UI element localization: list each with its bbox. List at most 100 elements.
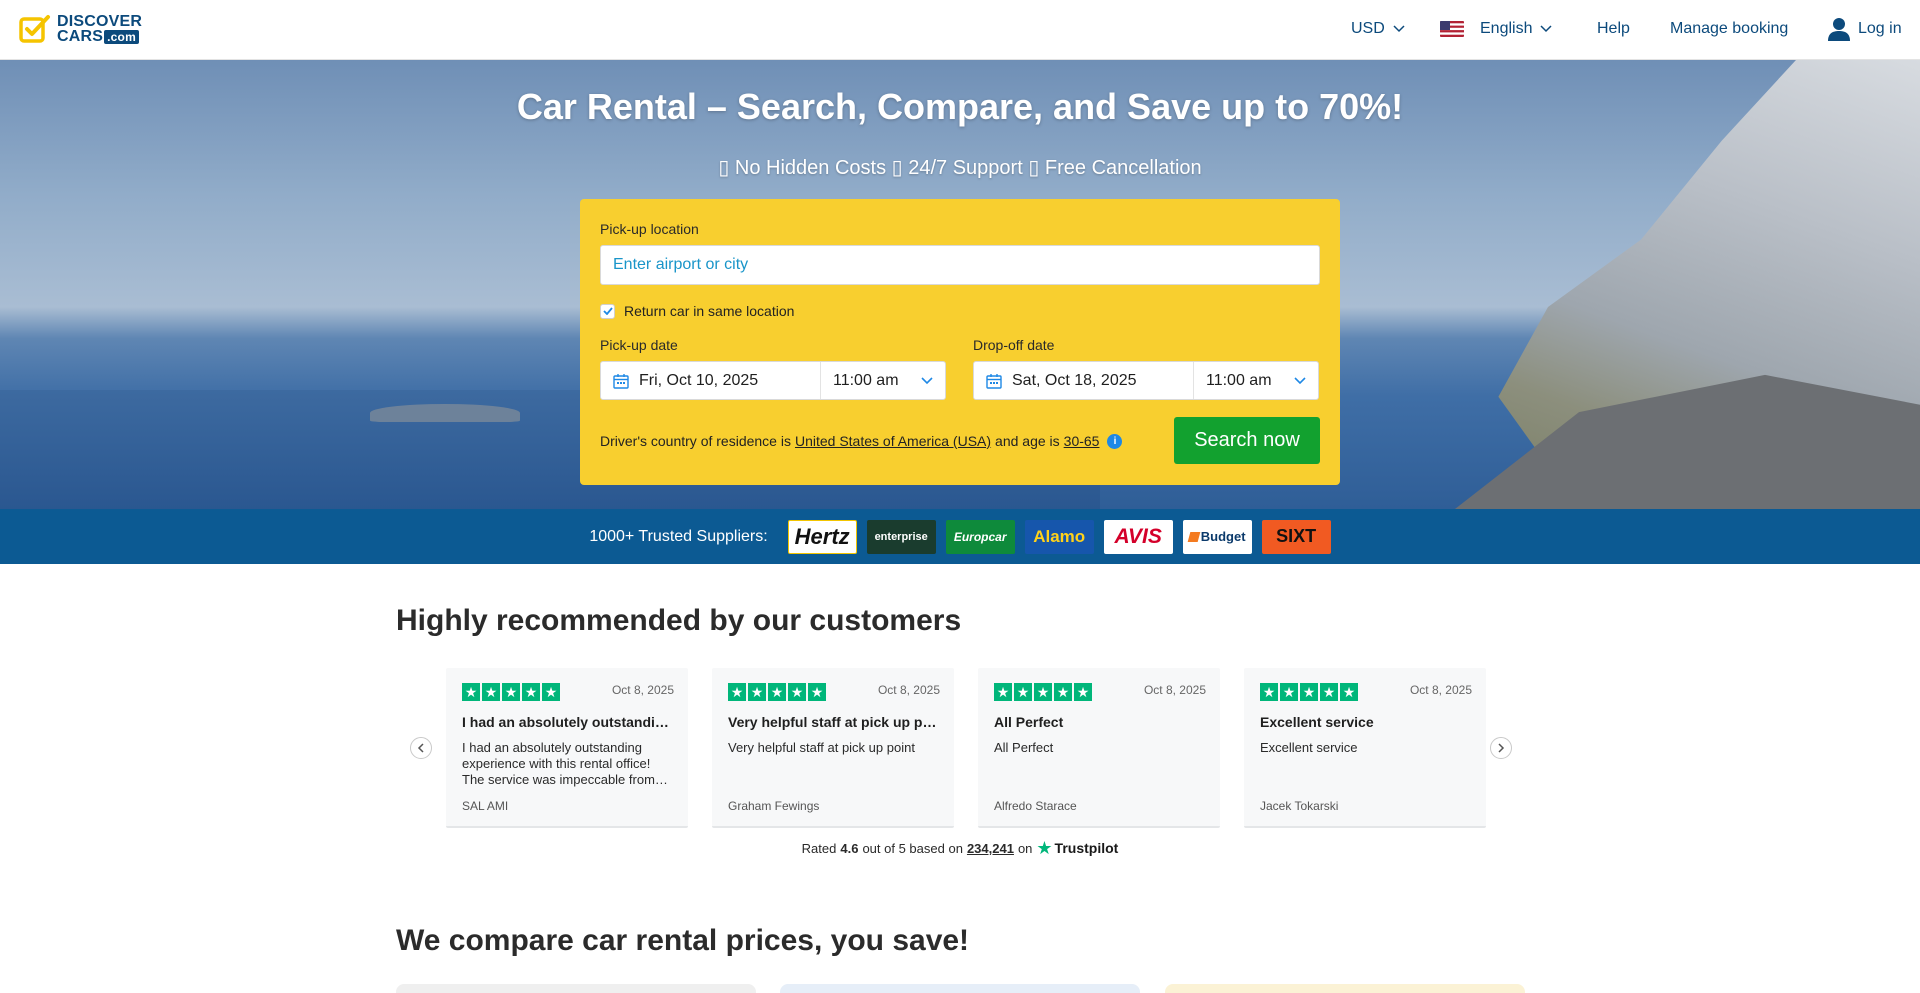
language-selector[interactable]: English	[1440, 20, 1553, 38]
logo-line1: DISCOVER	[57, 13, 143, 30]
dropoff-date-label: Drop-off date	[973, 337, 1055, 353]
review-author: Alfredo Starace	[994, 799, 1077, 813]
star-icon: ★	[1034, 683, 1052, 701]
review-date: Oct 8, 2025	[877, 683, 940, 697]
logo-line2: CARS	[57, 28, 104, 45]
trustpilot-label: Trustpilot	[1054, 840, 1119, 856]
calendar-icon	[986, 373, 1002, 389]
search-now-button[interactable]: Search now	[1174, 417, 1320, 464]
review-body: I had an absolutely outstanding experien…	[462, 740, 668, 787]
europcar-logo: Europcar	[945, 519, 1015, 554]
alamo-logo: Alamo	[1024, 519, 1094, 554]
pickup-date-label: Pick-up date	[600, 337, 678, 353]
calendar-icon	[613, 373, 629, 389]
review-card[interactable]: ★ ★ ★ ★ ★ Oct 8, 2025 Excellent service Exce…	[1244, 668, 1486, 828]
reviews-prev-button[interactable]	[410, 737, 432, 759]
review-date: Oct 8, 2025	[1143, 683, 1206, 697]
avis-logo: AVIS	[1103, 519, 1173, 554]
star-icon: ★	[768, 683, 786, 701]
chevron-down-icon	[1294, 376, 1306, 384]
five-star-rating: ★ ★ ★ ★ ★	[462, 683, 560, 701]
age-range-link[interactable]: 30-65	[1064, 433, 1100, 449]
dropoff-date-input[interactable]: Sat, Oct 18, 2025	[974, 362, 1194, 399]
review-card[interactable]: ★ ★ ★ ★ ★ Oct 8, 2025 All Perfect All Perfec…	[978, 668, 1220, 828]
chevron-left-icon	[417, 743, 424, 753]
reviews-next-button[interactable]	[1490, 737, 1512, 759]
star-icon: ★	[1074, 683, 1092, 701]
review-card[interactable]: ★ ★ ★ ★ ★ Oct 8, 2025 Very helpful staff at …	[712, 668, 954, 828]
checkbox-checked-icon	[600, 303, 615, 319]
site-header: DISCOVER CARS .com USD English Help Manag…	[0, 0, 1920, 60]
feature-tile	[780, 984, 1140, 993]
feature-tile	[1165, 984, 1525, 993]
info-icon[interactable]: i	[1107, 433, 1123, 449]
star-icon: ★	[1280, 683, 1298, 701]
pickup-date-field: Fri, Oct 10, 2025 11:00 am	[600, 361, 946, 400]
dropoff-date-value: Sat, Oct 18, 2025	[1012, 371, 1137, 389]
dropoff-date-field: Sat, Oct 18, 2025 11:00 am	[973, 361, 1319, 400]
logo-text: DISCOVER CARS .com	[57, 13, 143, 45]
star-icon: ★	[1320, 683, 1338, 701]
missing-glyph-icon: ▯	[891, 157, 903, 179]
review-title: All Perfect	[994, 714, 1064, 730]
review-date: Oct 8, 2025	[611, 683, 674, 697]
reviews-title: Highly recommended by our customers	[396, 604, 962, 637]
review-author: SAL AMI	[462, 799, 509, 813]
dropoff-time-value: 11:00 am	[1206, 371, 1272, 389]
review-title: Very helpful staff at pick up point	[728, 714, 940, 730]
same-location-label: Return car in same location	[624, 303, 795, 319]
star-icon: ★	[1054, 683, 1072, 701]
login-label: Log in	[1858, 20, 1902, 37]
chevron-down-icon	[1393, 25, 1405, 33]
review-title: Excellent service	[1260, 714, 1374, 730]
suppliers-bar: 1000+ Trusted Suppliers: Hertz enterpris…	[0, 509, 1920, 564]
five-star-rating: ★ ★ ★ ★ ★	[1260, 683, 1358, 701]
hero-title: Car Rental – Search, Compare, and Save u…	[516, 86, 1404, 127]
star-icon: ★	[522, 683, 540, 701]
five-star-rating: ★ ★ ★ ★ ★	[728, 683, 826, 701]
trustpilot-logo[interactable]: ★ Trustpilot	[1036, 839, 1118, 857]
no-hidden-costs: No Hidden Costs	[734, 157, 887, 179]
star-icon: ★	[502, 683, 520, 701]
star-icon: ★	[1260, 683, 1278, 701]
review-card[interactable]: ★ ★ ★ ★ ★ Oct 8, 2025 I had an absolutely ou…	[446, 668, 688, 828]
star-icon: ★	[748, 683, 766, 701]
login-link[interactable]: Log in	[1828, 17, 1902, 41]
pickup-date-value: Fri, Oct 10, 2025	[639, 371, 759, 389]
review-count-link[interactable]: 234,241	[967, 841, 1014, 856]
manage-booking-link[interactable]: Manage booking	[1670, 20, 1788, 38]
star-icon: ★	[994, 683, 1012, 701]
residence-country-link[interactable]: United States of America (USA)	[795, 433, 991, 449]
budget-mark-icon	[1187, 531, 1201, 542]
star-icon: ★	[1300, 683, 1318, 701]
pickup-date-input[interactable]: Fri, Oct 10, 2025	[601, 362, 821, 399]
chevron-down-icon	[1540, 25, 1553, 33]
currency-label: USD	[1351, 20, 1385, 37]
same-location-checkbox[interactable]: Return car in same location	[600, 303, 794, 319]
discovercars-logo[interactable]: DISCOVER CARS .com	[19, 13, 142, 45]
review-author: Graham Fewings	[728, 799, 820, 813]
feature-tile	[396, 984, 756, 993]
pickup-location-label: Pick-up location	[600, 221, 699, 237]
logo-com: .com	[104, 29, 139, 44]
star-icon: ★	[808, 683, 826, 701]
review-author: Jacek Tokarski	[1260, 799, 1339, 813]
review-body: All Perfect	[994, 740, 1054, 755]
review-body: Excellent service	[1260, 740, 1358, 755]
review-body: Very helpful staff at pick up point	[728, 740, 915, 755]
help-link[interactable]: Help	[1597, 20, 1630, 38]
us-flag-icon	[1440, 21, 1464, 37]
dropoff-time-select[interactable]: 11:00 am	[1194, 372, 1318, 390]
pickup-time-select[interactable]: 11:00 am	[821, 372, 945, 390]
driver-residence-line: Driver's country of residence is United …	[600, 433, 1123, 449]
pickup-location-input[interactable]: Enter airport or city	[600, 245, 1320, 285]
currency-selector[interactable]: USD	[1351, 20, 1405, 38]
missing-glyph-icon: ▯	[1028, 157, 1040, 179]
rated-mid: out of 5 based on	[862, 840, 963, 856]
free-cancellation: Free Cancellation	[1044, 157, 1202, 179]
rated-on: on	[1017, 840, 1033, 856]
star-icon: ★	[1340, 683, 1358, 701]
enterprise-logo: enterprise	[866, 519, 936, 554]
logo-check-icon	[19, 13, 51, 45]
star-icon: ★	[788, 683, 806, 701]
